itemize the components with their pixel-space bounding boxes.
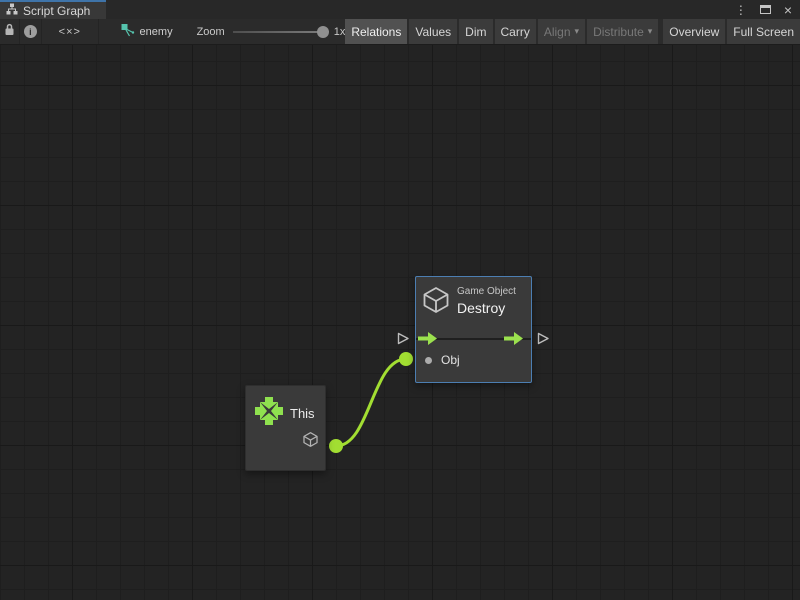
graph-asset-icon (121, 23, 135, 40)
dim-button[interactable]: Dim (459, 19, 492, 44)
align-dropdown-button[interactable]: Align ▾ (538, 19, 585, 44)
zoom-label: Zoom (197, 19, 225, 44)
graph-hierarchy-icon (6, 3, 18, 18)
node-destroy[interactable]: Game Object Destroy Obj (415, 276, 532, 383)
gameobject-output-port-cube-icon[interactable] (302, 431, 319, 453)
zoom-value: 1x (334, 19, 346, 44)
connection-wire[interactable] (0, 45, 800, 600)
code-preview-button[interactable]: <×> (42, 19, 98, 44)
node-this[interactable]: This (245, 385, 326, 471)
overview-button[interactable]: Overview (663, 19, 725, 44)
dim-button-label: Dim (465, 25, 486, 39)
toolbar-button-group: Relations Values Dim Carry Align ▾ Distr… (345, 19, 800, 44)
destroy-header-text: Game Object Destroy (457, 285, 516, 316)
close-icon[interactable]: × (784, 5, 792, 15)
window-controls: ⋮ × (735, 0, 800, 19)
maximize-icon[interactable] (760, 5, 771, 14)
lock-button[interactable] (0, 19, 20, 44)
this-converge-icon (255, 397, 283, 430)
chevron-down-icon: ▾ (648, 26, 653, 37)
overview-button-label: Overview (669, 25, 719, 39)
obj-port-dot[interactable] (425, 357, 432, 364)
graph-toolbar: i <×> enemy Zoom 1x Relations Values Dim… (0, 19, 800, 45)
graph-reference[interactable]: enemy (121, 19, 173, 44)
distribute-dropdown-button[interactable]: Distribute ▾ (587, 19, 658, 44)
zoom-slider-track[interactable] (233, 31, 321, 33)
window-tab-bar: Script Graph ⋮ × (0, 0, 800, 19)
flow-exit-arrow-icon[interactable] (504, 332, 523, 350)
this-node-header: This (246, 386, 325, 430)
wire-start-dot (329, 439, 343, 453)
node-category-label: Game Object (457, 286, 516, 297)
tab-label: Script Graph (23, 4, 90, 18)
zoom-slider[interactable] (233, 19, 329, 44)
code-icon: <×> (59, 26, 81, 38)
lock-icon (4, 23, 15, 41)
node-title-label: Destroy (457, 300, 516, 316)
obj-port-label: Obj (441, 353, 460, 367)
values-button-label: Values (415, 25, 451, 39)
flow-input-port-triangle[interactable] (397, 332, 410, 350)
destroy-node-header: Game Object Destroy (416, 277, 531, 320)
carry-button-label: Carry (501, 25, 530, 39)
relations-button[interactable]: Relations (345, 19, 407, 44)
flow-output-port-triangle[interactable] (537, 332, 550, 350)
info-icon: i (24, 25, 37, 38)
carry-button[interactable]: Carry (495, 19, 536, 44)
info-button[interactable]: i (20, 19, 42, 44)
align-button-label: Align (544, 25, 571, 39)
graph-canvas[interactable]: This (0, 45, 800, 600)
full-screen-button-label: Full Screen (733, 25, 794, 39)
wire-end-dot (399, 352, 413, 366)
this-node-title: This (290, 406, 315, 421)
full-screen-button[interactable]: Full Screen (727, 19, 800, 44)
values-button[interactable]: Values (409, 19, 457, 44)
tab-script-graph[interactable]: Script Graph (0, 0, 106, 19)
relations-button-label: Relations (351, 25, 401, 39)
obj-input-port-row[interactable]: Obj (425, 353, 460, 367)
zoom-slider-handle[interactable] (317, 26, 329, 38)
distribute-button-label: Distribute (593, 25, 644, 39)
graph-name-label: enemy (140, 26, 173, 38)
chevron-down-icon: ▾ (575, 26, 580, 37)
window-menu-icon[interactable]: ⋮ (735, 3, 747, 17)
cube-icon (421, 285, 451, 320)
flow-enter-arrow-icon[interactable] (418, 332, 437, 350)
